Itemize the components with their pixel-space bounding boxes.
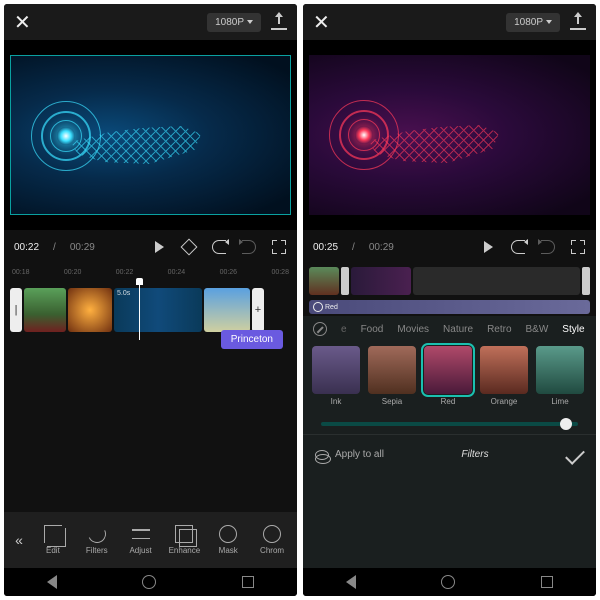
chevron-down-icon — [247, 20, 253, 24]
filter-swatch-red[interactable]: Red — [423, 346, 473, 406]
playback-bar: 00:25 / 00:29 — [303, 230, 596, 264]
preview-canvas — [309, 55, 590, 215]
fullscreen-button[interactable] — [570, 239, 586, 255]
chevron-down-icon — [546, 20, 552, 24]
filter-category[interactable]: Retro — [487, 324, 511, 335]
android-navbar — [303, 568, 596, 596]
nav-recent-button[interactable] — [242, 576, 254, 588]
timeline-clip[interactable] — [351, 267, 411, 295]
undo-button[interactable] — [211, 239, 227, 255]
timeline-clip[interactable] — [24, 288, 66, 332]
timeline-clip[interactable]: 5.0s — [114, 288, 202, 332]
timeline-mini[interactable] — [303, 264, 596, 298]
close-button[interactable]: ✕ — [14, 10, 31, 35]
filters-panel: e Food Movies Nature Retro B&W Style Ink… — [303, 316, 596, 568]
nav-home-button[interactable] — [142, 575, 156, 589]
timeline[interactable]: | 5.0s + Princeton — [4, 280, 297, 340]
filter-swatch-sepia[interactable]: Sepia — [367, 346, 417, 406]
nav-back-button[interactable] — [47, 575, 57, 589]
filter-none-button[interactable] — [313, 322, 327, 336]
timeline-ruler: 00:1800:2000:2200:2400:2600:28 — [4, 264, 297, 280]
apply-all-button[interactable]: Apply to all — [335, 449, 384, 460]
playback-bar: 00:22 / 00:29 — [4, 230, 297, 264]
bottom-toolbar: « Edit Filters Adjust Enhance Mask Chrom — [4, 512, 297, 568]
clip-handle-left[interactable]: | — [10, 288, 22, 332]
nav-back-button[interactable] — [346, 575, 356, 589]
clip-handle[interactable] — [341, 267, 349, 295]
filter-intensity-slider[interactable] — [321, 422, 578, 426]
panel-title: Filters — [384, 449, 566, 460]
swirl-icon — [85, 522, 108, 545]
mask-icon — [219, 525, 237, 543]
resolution-dropdown[interactable]: 1080P — [506, 13, 560, 32]
filter-swatch-ink[interactable]: Ink — [311, 346, 361, 406]
undo-button[interactable] — [510, 239, 526, 255]
fullscreen-button[interactable] — [271, 239, 287, 255]
sliders-icon — [132, 525, 150, 543]
filter-category-tabs: e Food Movies Nature Retro B&W Style — [303, 322, 596, 342]
time-total: 00:29 — [70, 242, 95, 253]
effect-tag[interactable]: Princeton — [221, 330, 283, 349]
confirm-button[interactable] — [565, 445, 585, 465]
top-bar: ✕ 1080P — [4, 4, 297, 40]
filter-category[interactable]: Food — [361, 324, 384, 335]
filter-swatch-lime[interactable]: Lime — [535, 346, 585, 406]
add-clip-button[interactable]: + — [252, 288, 264, 332]
nav-home-button[interactable] — [441, 575, 455, 589]
tool-filters[interactable]: Filters — [76, 525, 118, 555]
timeline-clip[interactable] — [68, 288, 112, 332]
top-bar: ✕ 1080P — [303, 4, 596, 40]
crop-icon — [44, 525, 62, 543]
clip-duration: 5.0s — [117, 290, 130, 297]
tool-enhance[interactable]: Enhance — [163, 525, 205, 555]
close-button[interactable]: ✕ — [313, 10, 330, 35]
filter-category[interactable]: e — [341, 324, 347, 335]
play-button[interactable] — [151, 239, 167, 255]
video-preview[interactable] — [4, 40, 297, 230]
timeline-clip[interactable] — [309, 267, 339, 295]
timeline-clip[interactable] — [204, 288, 250, 332]
video-preview[interactable] — [303, 40, 596, 230]
tool-chroma[interactable]: Chrom — [251, 525, 293, 555]
keyframe-button[interactable] — [181, 239, 197, 255]
resolution-label: 1080P — [514, 17, 543, 28]
filter-swatch-row: Ink Sepia Red Orange Lime — [303, 342, 596, 410]
tool-adjust[interactable]: Adjust — [120, 525, 162, 555]
stack-icon — [315, 450, 329, 460]
chroma-icon — [263, 525, 281, 543]
time-total: 00:29 — [369, 242, 394, 253]
playhead[interactable] — [139, 280, 140, 340]
filter-category[interactable]: Nature — [443, 324, 473, 335]
enhance-icon — [175, 525, 193, 543]
right-screenshot: ✕ 1080P 00:25 / 00:29 — [303, 4, 596, 596]
tool-mask[interactable]: Mask — [207, 525, 249, 555]
filter-category[interactable]: Movies — [397, 324, 429, 335]
export-button[interactable] — [570, 14, 586, 30]
nav-recent-button[interactable] — [541, 576, 553, 588]
preview-canvas — [10, 55, 291, 215]
slider-knob[interactable] — [560, 418, 572, 430]
resolution-label: 1080P — [215, 17, 244, 28]
play-button[interactable] — [480, 239, 496, 255]
redo-button[interactable] — [540, 239, 556, 255]
android-navbar — [4, 568, 297, 596]
export-button[interactable] — [271, 14, 287, 30]
filter-category[interactable]: Style — [562, 324, 584, 335]
audio-track[interactable]: Red — [309, 300, 590, 314]
filter-category[interactable]: B&W — [526, 324, 549, 335]
time-current: 00:22 — [14, 242, 39, 253]
toolbar-back-button[interactable]: « — [8, 532, 30, 548]
redo-button[interactable] — [241, 239, 257, 255]
filter-swatch-orange[interactable]: Orange — [479, 346, 529, 406]
left-screenshot: ✕ 1080P 00:22 / 00:29 — [4, 4, 297, 596]
clip-handle[interactable] — [582, 267, 590, 295]
resolution-dropdown[interactable]: 1080P — [207, 13, 261, 32]
time-current: 00:25 — [313, 242, 338, 253]
timeline-clip[interactable] — [413, 267, 580, 295]
tool-edit[interactable]: Edit — [32, 525, 74, 555]
